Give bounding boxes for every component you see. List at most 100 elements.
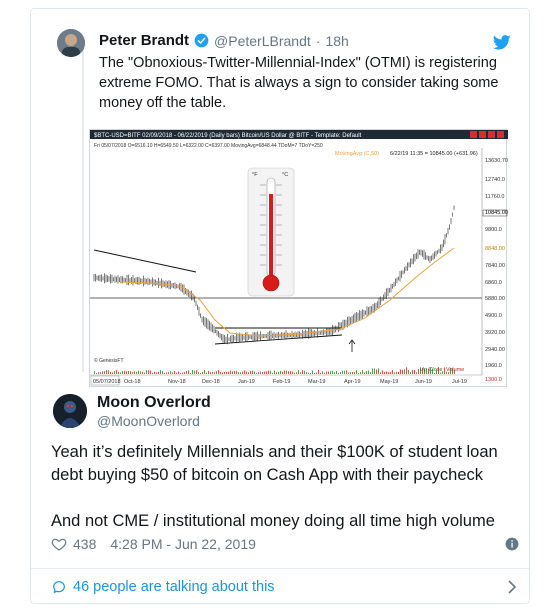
chart-window-button[interactable] bbox=[488, 131, 495, 138]
y-tick-label: 3920.00 bbox=[485, 330, 505, 336]
btc-chart-image[interactable]: $BTC-USD=BITF 02/09/2018 - 06/22/2019 (D… bbox=[89, 129, 508, 387]
chart-window-button[interactable] bbox=[497, 131, 504, 138]
y-tick-label: 9800.0 bbox=[485, 227, 502, 233]
volume-bar bbox=[100, 372, 101, 374]
quoted-author-name[interactable]: Peter Brandt bbox=[99, 32, 189, 49]
x-tick-label: Apr-19 bbox=[344, 379, 361, 385]
volume-bar bbox=[204, 370, 205, 374]
volume-bar bbox=[264, 371, 265, 374]
volume-bar bbox=[408, 369, 409, 374]
volume-bar bbox=[210, 372, 211, 374]
volume-bar bbox=[164, 372, 165, 374]
volume-bar bbox=[322, 371, 323, 374]
x-tick-label: Jan-19 bbox=[238, 379, 255, 385]
volume-bar bbox=[244, 370, 245, 374]
dot-separator: · bbox=[315, 32, 321, 49]
volume-bar bbox=[206, 372, 207, 374]
peter-brandt-avatar[interactable] bbox=[57, 29, 85, 57]
reply-author-handle[interactable]: @MoonOverlord bbox=[97, 413, 200, 429]
conversation-link[interactable]: 46 people are talking about this bbox=[51, 575, 521, 599]
volume-bar bbox=[360, 372, 361, 374]
volume-bar bbox=[148, 370, 149, 374]
volume-bar bbox=[94, 370, 95, 374]
volume-bar bbox=[144, 372, 145, 374]
moon-overlord-avatar[interactable] bbox=[53, 394, 87, 428]
volume-bar bbox=[280, 370, 281, 374]
volume-bar bbox=[332, 370, 333, 374]
info-icon[interactable] bbox=[505, 537, 519, 551]
twitter-bird-icon[interactable] bbox=[493, 35, 511, 50]
volume-bar bbox=[384, 372, 385, 374]
volume-bar bbox=[178, 371, 179, 374]
volume-bar bbox=[208, 370, 209, 374]
volume-bar bbox=[326, 371, 327, 374]
volume-bar bbox=[450, 367, 451, 374]
x-tick-label: Dec-18 bbox=[202, 379, 220, 385]
volume-bars bbox=[94, 367, 455, 374]
talking-label[interactable]: 46 people are talking about this bbox=[73, 579, 275, 595]
volume-bar bbox=[288, 371, 289, 374]
reply-author-name[interactable]: Moon Overlord bbox=[97, 394, 211, 412]
footer-divider bbox=[31, 568, 529, 569]
volume-bar bbox=[138, 370, 139, 374]
like-count[interactable]: 438 bbox=[73, 536, 96, 552]
volume-bar bbox=[414, 370, 415, 374]
thermometer-f-label: °F bbox=[252, 172, 258, 178]
volume-bar bbox=[114, 370, 115, 374]
volume-bar bbox=[160, 370, 161, 374]
volume-bar bbox=[122, 371, 123, 374]
x-tick-label: May-19 bbox=[380, 379, 398, 385]
volume-bar bbox=[344, 370, 345, 374]
tweet-timestamp[interactable]: 4:28 PM - Jun 22, 2019 bbox=[110, 536, 256, 552]
volume-bar bbox=[214, 372, 215, 374]
volume-bar bbox=[424, 369, 425, 374]
quoted-tweet-text: The "Obnoxious-Twitter-Millennial-Index"… bbox=[99, 55, 499, 111]
comment-bubble-icon bbox=[53, 581, 65, 593]
volume-bar bbox=[380, 372, 381, 374]
volume-bar bbox=[158, 371, 159, 374]
quoted-tweet-time[interactable]: 18h bbox=[325, 33, 348, 49]
volume-bar bbox=[198, 372, 199, 374]
volume-bar bbox=[102, 371, 103, 374]
volume-bar bbox=[190, 372, 191, 374]
volume-bar bbox=[228, 371, 229, 374]
chart-window-button[interactable] bbox=[470, 131, 477, 138]
volume-bar bbox=[284, 370, 285, 374]
volume-bar bbox=[330, 371, 331, 374]
volume-bar bbox=[442, 371, 443, 374]
y-tick-label: 2940.00 bbox=[485, 347, 505, 353]
chart-window-button[interactable] bbox=[479, 131, 486, 138]
volume-bar bbox=[118, 371, 119, 374]
volume-bar bbox=[390, 371, 391, 374]
volume-bar bbox=[334, 372, 335, 374]
volume-bar bbox=[438, 367, 439, 374]
volume-bar bbox=[432, 368, 433, 374]
y-tick-label: 10845.00 bbox=[485, 210, 508, 216]
y-tick-label: 11760.0 bbox=[485, 194, 504, 200]
quoted-author-handle[interactable]: @PeterLBrandt bbox=[214, 33, 311, 49]
volume-bar bbox=[308, 372, 309, 374]
y-tick-label: 4900.0 bbox=[485, 313, 502, 319]
volume-bar bbox=[226, 372, 227, 374]
volume-bar bbox=[318, 370, 319, 374]
volume-bar bbox=[402, 369, 403, 374]
x-tick-label: Nov-18 bbox=[168, 379, 186, 385]
volume-bar bbox=[454, 369, 455, 374]
volume-bar bbox=[234, 370, 235, 374]
volume-bar bbox=[302, 370, 303, 374]
volume-bar bbox=[266, 371, 267, 374]
volume-bar bbox=[202, 371, 203, 374]
volume-bar bbox=[150, 370, 151, 374]
volume-bar bbox=[240, 372, 241, 374]
heart-icon[interactable] bbox=[51, 536, 67, 552]
y-tick-label: 7840.00 bbox=[485, 263, 505, 269]
thermometer-c-label: °C bbox=[282, 172, 288, 178]
volume-bar bbox=[146, 370, 147, 374]
chevron-right-icon[interactable] bbox=[507, 580, 517, 594]
volume-bar bbox=[300, 372, 301, 374]
volume-bar bbox=[140, 371, 141, 374]
volume-bar bbox=[342, 370, 343, 374]
volume-bar bbox=[292, 371, 293, 374]
volume-bar bbox=[304, 370, 305, 374]
volume-bar bbox=[366, 370, 367, 374]
